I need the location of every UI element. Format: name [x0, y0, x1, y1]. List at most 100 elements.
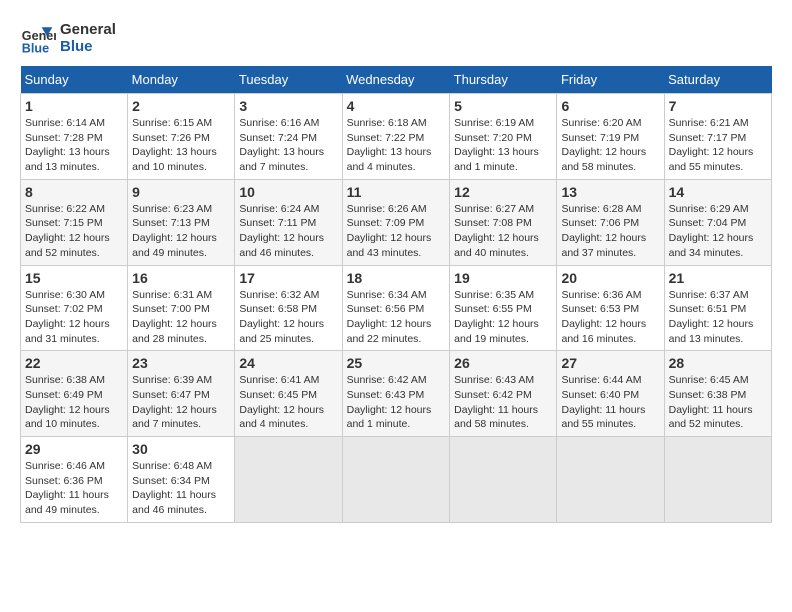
logo-icon: General Blue — [20, 20, 56, 56]
calendar-cell: 14 Sunrise: 6:29 AM Sunset: 7:04 PM Dayli… — [664, 179, 771, 265]
day-number: 9 — [132, 184, 230, 200]
day-info: Sunrise: 6:19 AM Sunset: 7:20 PM Dayligh… — [454, 116, 552, 175]
calendar-table: SundayMondayTuesdayWednesdayThursdayFrid… — [20, 66, 772, 523]
logo: General Blue General Blue — [20, 20, 116, 56]
day-info: Sunrise: 6:46 AM Sunset: 6:36 PM Dayligh… — [25, 459, 123, 518]
day-number: 21 — [669, 270, 767, 286]
day-number: 19 — [454, 270, 552, 286]
calendar-cell — [342, 437, 450, 523]
calendar-cell: 5 Sunrise: 6:19 AM Sunset: 7:20 PM Daylig… — [450, 94, 557, 180]
day-number: 3 — [239, 98, 337, 114]
svg-text:Blue: Blue — [22, 41, 49, 55]
day-info: Sunrise: 6:42 AM Sunset: 6:43 PM Dayligh… — [347, 373, 446, 432]
day-info: Sunrise: 6:18 AM Sunset: 7:22 PM Dayligh… — [347, 116, 446, 175]
day-info: Sunrise: 6:16 AM Sunset: 7:24 PM Dayligh… — [239, 116, 337, 175]
day-number: 15 — [25, 270, 123, 286]
day-number: 29 — [25, 441, 123, 457]
calendar-cell: 22 Sunrise: 6:38 AM Sunset: 6:49 PM Dayli… — [21, 351, 128, 437]
day-info: Sunrise: 6:23 AM Sunset: 7:13 PM Dayligh… — [132, 202, 230, 261]
calendar-cell: 24 Sunrise: 6:41 AM Sunset: 6:45 PM Dayli… — [235, 351, 342, 437]
day-info: Sunrise: 6:48 AM Sunset: 6:34 PM Dayligh… — [132, 459, 230, 518]
day-info: Sunrise: 6:41 AM Sunset: 6:45 PM Dayligh… — [239, 373, 337, 432]
day-info: Sunrise: 6:30 AM Sunset: 7:02 PM Dayligh… — [25, 288, 123, 347]
calendar-cell — [235, 437, 342, 523]
calendar-cell: 26 Sunrise: 6:43 AM Sunset: 6:42 PM Dayli… — [450, 351, 557, 437]
day-info: Sunrise: 6:45 AM Sunset: 6:38 PM Dayligh… — [669, 373, 767, 432]
calendar-cell: 23 Sunrise: 6:39 AM Sunset: 6:47 PM Dayli… — [128, 351, 235, 437]
weekday-header-saturday: Saturday — [664, 66, 771, 94]
day-info: Sunrise: 6:26 AM Sunset: 7:09 PM Dayligh… — [347, 202, 446, 261]
calendar-cell: 11 Sunrise: 6:26 AM Sunset: 7:09 PM Dayli… — [342, 179, 450, 265]
day-number: 14 — [669, 184, 767, 200]
day-info: Sunrise: 6:27 AM Sunset: 7:08 PM Dayligh… — [454, 202, 552, 261]
day-number: 2 — [132, 98, 230, 114]
logo-blue: Blue — [60, 38, 116, 55]
week-row-2: 8 Sunrise: 6:22 AM Sunset: 7:15 PM Daylig… — [21, 179, 772, 265]
day-number: 17 — [239, 270, 337, 286]
calendar-cell: 27 Sunrise: 6:44 AM Sunset: 6:40 PM Dayli… — [557, 351, 664, 437]
logo-general: General — [60, 21, 116, 38]
day-number: 24 — [239, 355, 337, 371]
calendar-cell: 21Sunrise: 6:37 AM Sunset: 6:51 PM Dayli… — [664, 265, 771, 351]
week-row-1: 1 Sunrise: 6:14 AM Sunset: 7:28 PM Daylig… — [21, 94, 772, 180]
calendar-cell: 19 Sunrise: 6:35 AM Sunset: 6:55 PM Dayli… — [450, 265, 557, 351]
day-number: 18 — [347, 270, 446, 286]
day-info: Sunrise: 6:34 AM Sunset: 6:56 PM Dayligh… — [347, 288, 446, 347]
day-number: 27 — [561, 355, 659, 371]
day-number: 22 — [25, 355, 123, 371]
calendar-cell: 4 Sunrise: 6:18 AM Sunset: 7:22 PM Daylig… — [342, 94, 450, 180]
day-info: Sunrise: 6:39 AM Sunset: 6:47 PM Dayligh… — [132, 373, 230, 432]
weekday-header-tuesday: Tuesday — [235, 66, 342, 94]
calendar-cell: 17Sunrise: 6:32 AM Sunset: 6:58 PM Dayli… — [235, 265, 342, 351]
day-info: Sunrise: 6:14 AM Sunset: 7:28 PM Dayligh… — [25, 116, 123, 175]
calendar-cell: 8 Sunrise: 6:22 AM Sunset: 7:15 PM Daylig… — [21, 179, 128, 265]
calendar-cell: 3 Sunrise: 6:16 AM Sunset: 7:24 PM Daylig… — [235, 94, 342, 180]
day-info: Sunrise: 6:15 AM Sunset: 7:26 PM Dayligh… — [132, 116, 230, 175]
day-info: Sunrise: 6:35 AM Sunset: 6:55 PM Dayligh… — [454, 288, 552, 347]
weekday-header-friday: Friday — [557, 66, 664, 94]
day-info: Sunrise: 6:29 AM Sunset: 7:04 PM Dayligh… — [669, 202, 767, 261]
calendar-cell: 28Sunrise: 6:45 AM Sunset: 6:38 PM Dayli… — [664, 351, 771, 437]
day-info: Sunrise: 6:43 AM Sunset: 6:42 PM Dayligh… — [454, 373, 552, 432]
week-row-5: 29 Sunrise: 6:46 AM Sunset: 6:36 PM Dayli… — [21, 437, 772, 523]
day-info: Sunrise: 6:22 AM Sunset: 7:15 PM Dayligh… — [25, 202, 123, 261]
day-info: Sunrise: 6:24 AM Sunset: 7:11 PM Dayligh… — [239, 202, 337, 261]
page-header: General Blue General Blue — [20, 20, 772, 56]
calendar-cell: 12 Sunrise: 6:27 AM Sunset: 7:08 PM Dayli… — [450, 179, 557, 265]
day-number: 11 — [347, 184, 446, 200]
day-number: 4 — [347, 98, 446, 114]
calendar-cell: 20Sunrise: 6:36 AM Sunset: 6:53 PM Dayli… — [557, 265, 664, 351]
day-number: 26 — [454, 355, 552, 371]
day-number: 1 — [25, 98, 123, 114]
weekday-header-sunday: Sunday — [21, 66, 128, 94]
day-number: 12 — [454, 184, 552, 200]
day-info: Sunrise: 6:36 AM Sunset: 6:53 PM Dayligh… — [561, 288, 659, 347]
day-number: 7 — [669, 98, 767, 114]
day-number: 30 — [132, 441, 230, 457]
day-number: 23 — [132, 355, 230, 371]
calendar-cell — [557, 437, 664, 523]
day-info: Sunrise: 6:21 AM Sunset: 7:17 PM Dayligh… — [669, 116, 767, 175]
calendar-cell: 15 Sunrise: 6:30 AM Sunset: 7:02 PM Dayli… — [21, 265, 128, 351]
day-number: 5 — [454, 98, 552, 114]
calendar-cell: 18 Sunrise: 6:34 AM Sunset: 6:56 PM Dayli… — [342, 265, 450, 351]
weekday-header-row: SundayMondayTuesdayWednesdayThursdayFrid… — [21, 66, 772, 94]
day-info: Sunrise: 6:38 AM Sunset: 6:49 PM Dayligh… — [25, 373, 123, 432]
calendar-cell: 29 Sunrise: 6:46 AM Sunset: 6:36 PM Dayli… — [21, 437, 128, 523]
day-number: 16 — [132, 270, 230, 286]
calendar-cell — [664, 437, 771, 523]
day-info: Sunrise: 6:44 AM Sunset: 6:40 PM Dayligh… — [561, 373, 659, 432]
calendar-cell: 30 Sunrise: 6:48 AM Sunset: 6:34 PM Dayli… — [128, 437, 235, 523]
day-number: 8 — [25, 184, 123, 200]
weekday-header-wednesday: Wednesday — [342, 66, 450, 94]
calendar-cell: 9 Sunrise: 6:23 AM Sunset: 7:13 PM Daylig… — [128, 179, 235, 265]
calendar-cell: 2 Sunrise: 6:15 AM Sunset: 7:26 PM Daylig… — [128, 94, 235, 180]
calendar-cell: 7 Sunrise: 6:21 AM Sunset: 7:17 PM Daylig… — [664, 94, 771, 180]
calendar-cell: 1 Sunrise: 6:14 AM Sunset: 7:28 PM Daylig… — [21, 94, 128, 180]
calendar-cell: 6Sunrise: 6:20 AM Sunset: 7:19 PM Daylig… — [557, 94, 664, 180]
day-number: 13 — [561, 184, 659, 200]
week-row-4: 22 Sunrise: 6:38 AM Sunset: 6:49 PM Dayli… — [21, 351, 772, 437]
day-number: 10 — [239, 184, 337, 200]
calendar-cell: 25Sunrise: 6:42 AM Sunset: 6:43 PM Dayli… — [342, 351, 450, 437]
day-number: 6 — [561, 98, 659, 114]
